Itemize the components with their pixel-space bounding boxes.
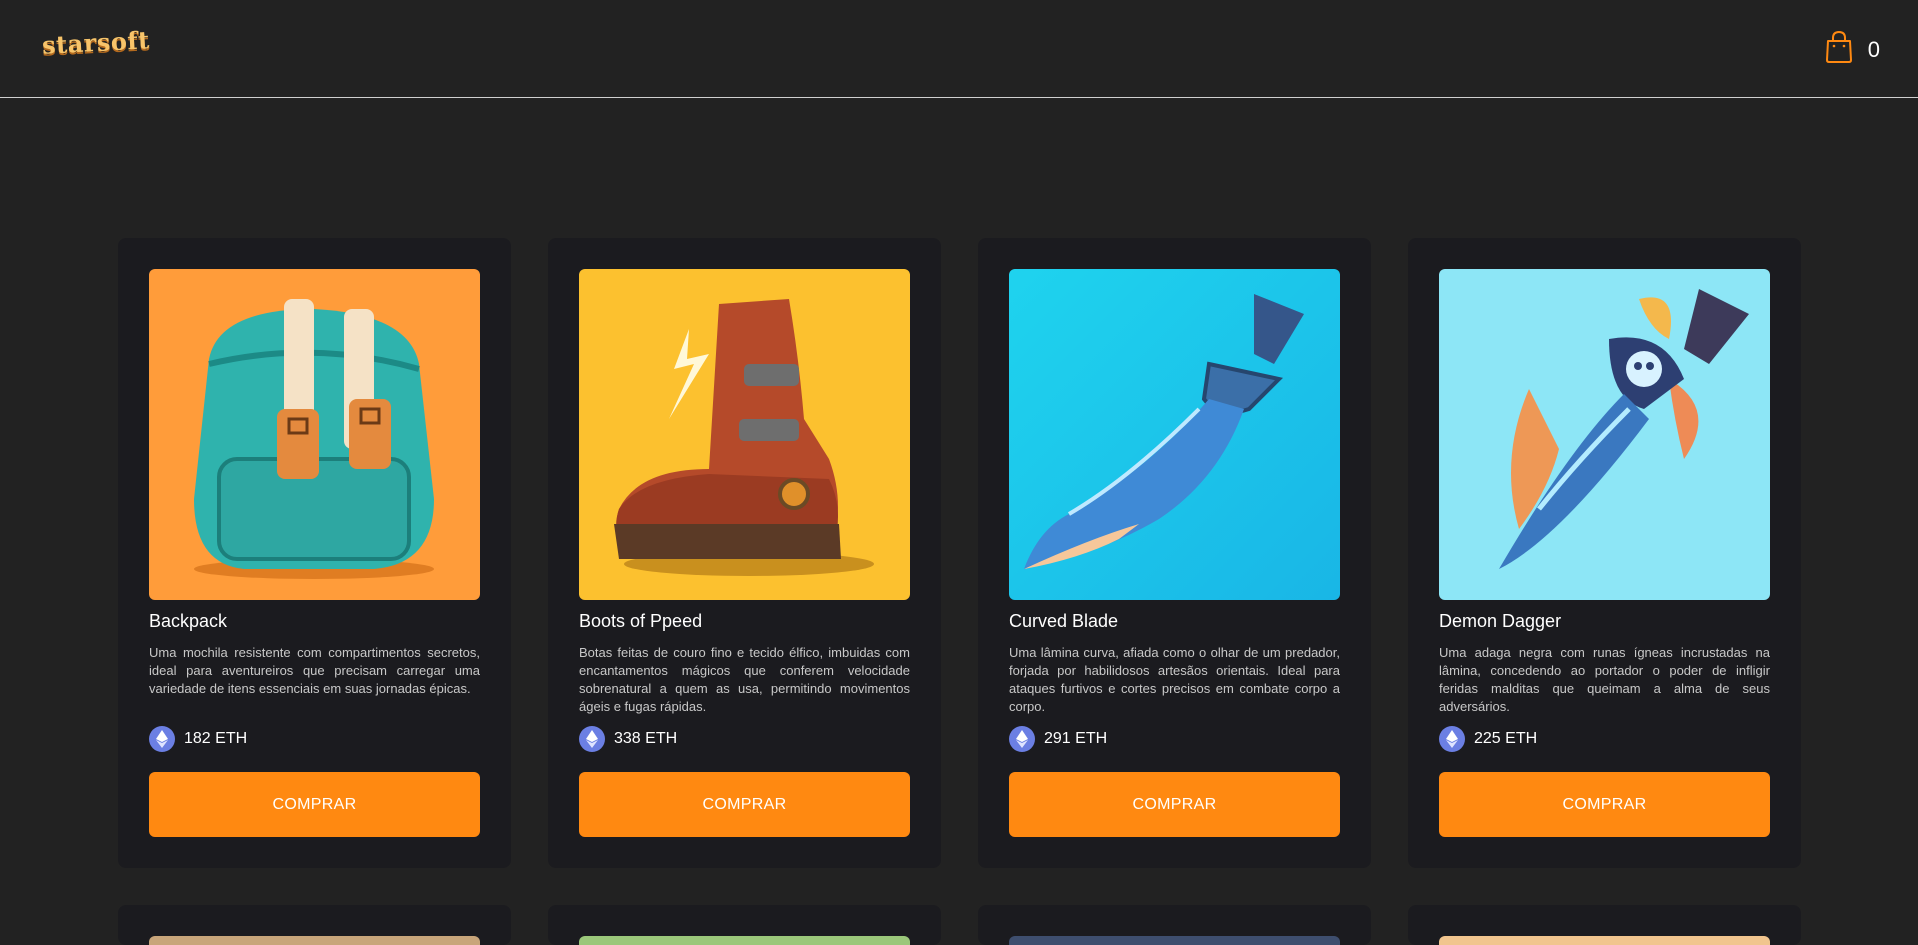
product-description: Uma mochila resistente com compartimento… xyxy=(149,645,480,696)
product-title: Backpack xyxy=(149,611,228,631)
product-card xyxy=(548,905,941,945)
product-card xyxy=(118,905,511,945)
shopping-bag-icon xyxy=(1824,30,1854,69)
product-card xyxy=(978,905,1371,945)
product-image-backpack[interactable] xyxy=(149,269,480,600)
product-price: 338 ETH xyxy=(579,726,677,752)
product-price: 182 ETH xyxy=(149,726,247,752)
product-card: Curved Blade Uma lâmina curva, afiada co… xyxy=(978,238,1371,868)
buy-button[interactable]: COMPRAR xyxy=(1439,772,1770,837)
product-grid: Backpack Uma mochila resistente com comp… xyxy=(118,238,1802,945)
product-card: Backpack Uma mochila resistente com comp… xyxy=(118,238,511,868)
logo[interactable]: starsoft xyxy=(41,25,150,60)
price-value: 182 ETH xyxy=(184,730,248,747)
product-description: Uma lâmina curva, afiada como o olhar de… xyxy=(1009,645,1340,714)
ethereum-icon xyxy=(579,726,605,752)
cart-count: 0 xyxy=(1867,36,1880,62)
product-card: Demon Dagger Uma adaga negra com runas í… xyxy=(1408,238,1801,868)
product-description: Botas feitas de couro fino e tecido élfi… xyxy=(579,645,910,714)
product-price: 291 ETH xyxy=(1009,726,1107,752)
price-value: 338 ETH xyxy=(614,730,678,747)
buy-button[interactable]: COMPRAR xyxy=(579,772,910,837)
ethereum-icon xyxy=(1439,726,1465,752)
product-image-boots[interactable] xyxy=(579,269,910,600)
buy-button[interactable]: COMPRAR xyxy=(1009,772,1340,837)
ethereum-icon xyxy=(149,726,175,752)
product-image-curved-blade[interactable] xyxy=(1009,269,1340,600)
product-title: Demon Dagger xyxy=(1439,611,1562,631)
buy-button[interactable]: COMPRAR xyxy=(149,772,480,837)
product-card: Boots of Ppeed Botas feitas de couro fin… xyxy=(548,238,941,868)
product-image-demon-dagger[interactable] xyxy=(1439,269,1770,600)
product-title: Curved Blade xyxy=(1009,611,1119,631)
product-title: Boots of Ppeed xyxy=(579,611,703,631)
product-card xyxy=(1408,905,1801,945)
price-value: 291 ETH xyxy=(1044,730,1108,747)
site-header: starsoft 0 xyxy=(0,0,1918,98)
product-description: Uma adaga negra com runas ígneas incrust… xyxy=(1439,645,1770,714)
ethereum-icon xyxy=(1009,726,1035,752)
product-price: 225 ETH xyxy=(1439,726,1537,752)
cart-button[interactable]: 0 xyxy=(1824,30,1880,69)
price-value: 225 ETH xyxy=(1474,730,1538,747)
